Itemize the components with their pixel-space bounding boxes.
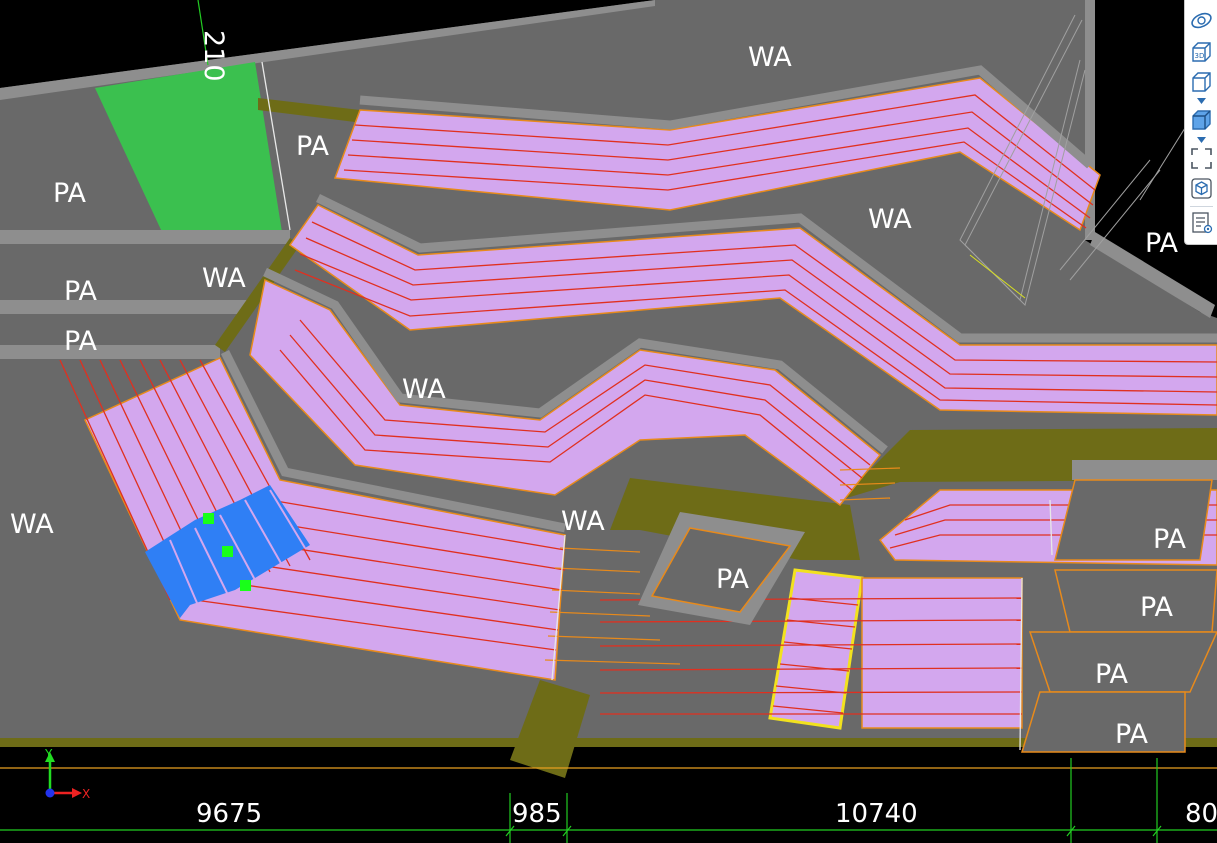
zone-label-pa: PA (296, 131, 330, 162)
zone-label-pa: PA (64, 326, 98, 357)
zone-label-wa: WA (868, 204, 912, 235)
view-navigation-toolbar: 3D (1184, 0, 1217, 245)
zone-label-pa: PA (1140, 592, 1174, 623)
chevron-down-icon[interactable] (1197, 98, 1206, 105)
cube-view-icon[interactable] (1189, 176, 1214, 201)
grip-point[interactable] (240, 580, 251, 591)
divider-strip (0, 300, 248, 314)
zone-label-wa: WA (748, 42, 792, 73)
dimension-label: 9675 (196, 799, 262, 829)
dimension-label: 10740 (835, 799, 918, 829)
view-3d-text: 3D (1195, 52, 1205, 60)
zone-label-pa: PA (1115, 719, 1149, 750)
dimension-label: 985 (512, 799, 562, 829)
zone-label-pa: PA (1145, 228, 1179, 259)
properties-panel-icon[interactable] (1189, 210, 1214, 235)
divider-strip (0, 230, 290, 244)
island-pa-right-2 (1054, 569, 1217, 633)
zone-label-wa: WA (561, 506, 605, 537)
zone-label-pa: PA (716, 564, 750, 595)
zone-label-wa: WA (202, 263, 246, 294)
island-pa-right-1 (1054, 460, 1217, 561)
zone-label-pa: PA (1095, 659, 1129, 690)
x-axis-label: X (82, 787, 90, 801)
island-pa-right-4 (1020, 691, 1186, 753)
y-axis-label: Y (44, 747, 53, 761)
zone-label-pa: PA (64, 276, 98, 307)
zone-label-wa: WA (10, 509, 54, 540)
zoom-extents-icon[interactable] (1189, 146, 1214, 171)
divider-strip (0, 345, 220, 359)
grip-point[interactable] (222, 546, 233, 557)
dimension-label: 800 (1185, 799, 1217, 829)
grip-point[interactable] (203, 513, 214, 524)
view-3d-icon[interactable]: 3D (1189, 40, 1214, 65)
chevron-down-icon[interactable] (1197, 137, 1206, 144)
drawing-canvas[interactable]: 210 WA PA PA PA WA PA WA WA PA WA WA PA … (0, 0, 1217, 843)
zone-label-wa: WA (402, 374, 446, 405)
top-dimension-label: 210 (198, 30, 229, 82)
shaded-box-icon[interactable] (1189, 108, 1214, 133)
toolbar-separator (1190, 206, 1213, 207)
cad-viewport[interactable]: 210 WA PA PA PA WA PA WA WA PA WA WA PA … (0, 0, 1217, 843)
wireframe-box-icon[interactable] (1189, 70, 1214, 95)
parking-ramp-bottom (861, 577, 1023, 729)
zone-label-pa: PA (1153, 524, 1187, 555)
orbit-icon[interactable] (1189, 8, 1214, 33)
zone-label-pa: PA (53, 178, 87, 209)
